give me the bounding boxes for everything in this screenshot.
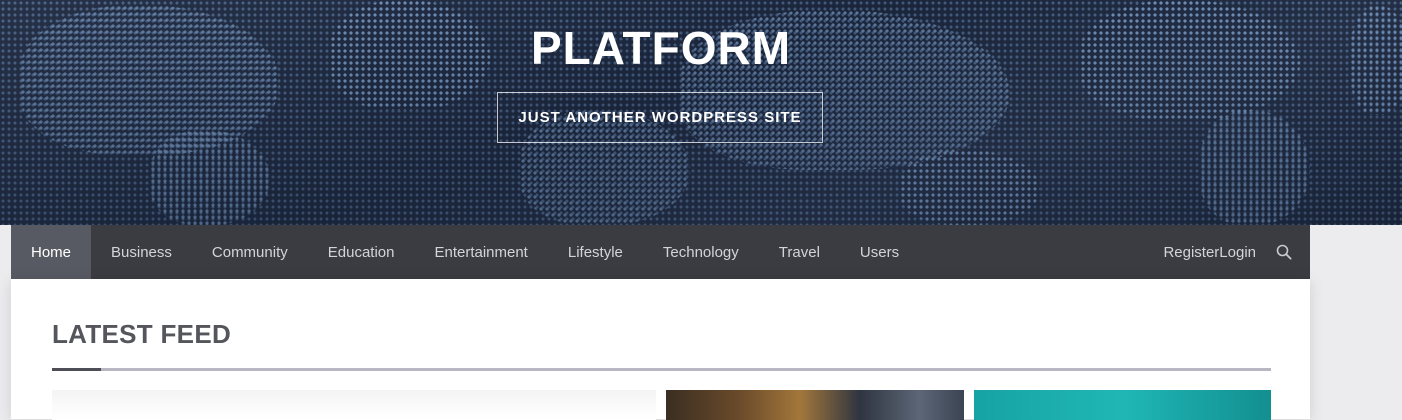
title-divider xyxy=(52,368,1271,371)
site-header: PLATFORM JUST ANOTHER WORDPRESS SITE xyxy=(0,0,1402,225)
latest-feed-section: LATEST FEED xyxy=(11,279,1310,420)
featured-post-thumbnail[interactable] xyxy=(52,390,656,420)
post-thumbnail-teal[interactable] xyxy=(974,390,1271,420)
section-title: LATEST FEED xyxy=(52,319,232,349)
nav-item-business[interactable]: Business xyxy=(91,225,192,279)
nav-item-users[interactable]: Users xyxy=(840,225,919,279)
site-tagline: JUST ANOTHER WORDPRESS SITE xyxy=(497,92,823,143)
post-thumbnail-photo[interactable] xyxy=(666,390,964,420)
nav-account-links: Register Login xyxy=(1163,225,1310,279)
main-navigation: Home Business Community Education Entert… xyxy=(11,225,1310,279)
site-title[interactable]: PLATFORM xyxy=(0,20,1322,76)
title-divider-accent xyxy=(52,368,101,371)
nav-item-travel[interactable]: Travel xyxy=(759,225,840,279)
nav-item-entertainment[interactable]: Entertainment xyxy=(414,225,547,279)
search-icon[interactable] xyxy=(1276,244,1292,260)
nav-item-lifestyle[interactable]: Lifestyle xyxy=(548,225,643,279)
register-link[interactable]: Register xyxy=(1163,244,1219,261)
login-link[interactable]: Login xyxy=(1219,244,1256,261)
nav-item-community[interactable]: Community xyxy=(192,225,308,279)
nav-item-home[interactable]: Home xyxy=(11,225,92,279)
nav-item-technology[interactable]: Technology xyxy=(643,225,759,279)
nav-item-education[interactable]: Education xyxy=(308,225,415,279)
